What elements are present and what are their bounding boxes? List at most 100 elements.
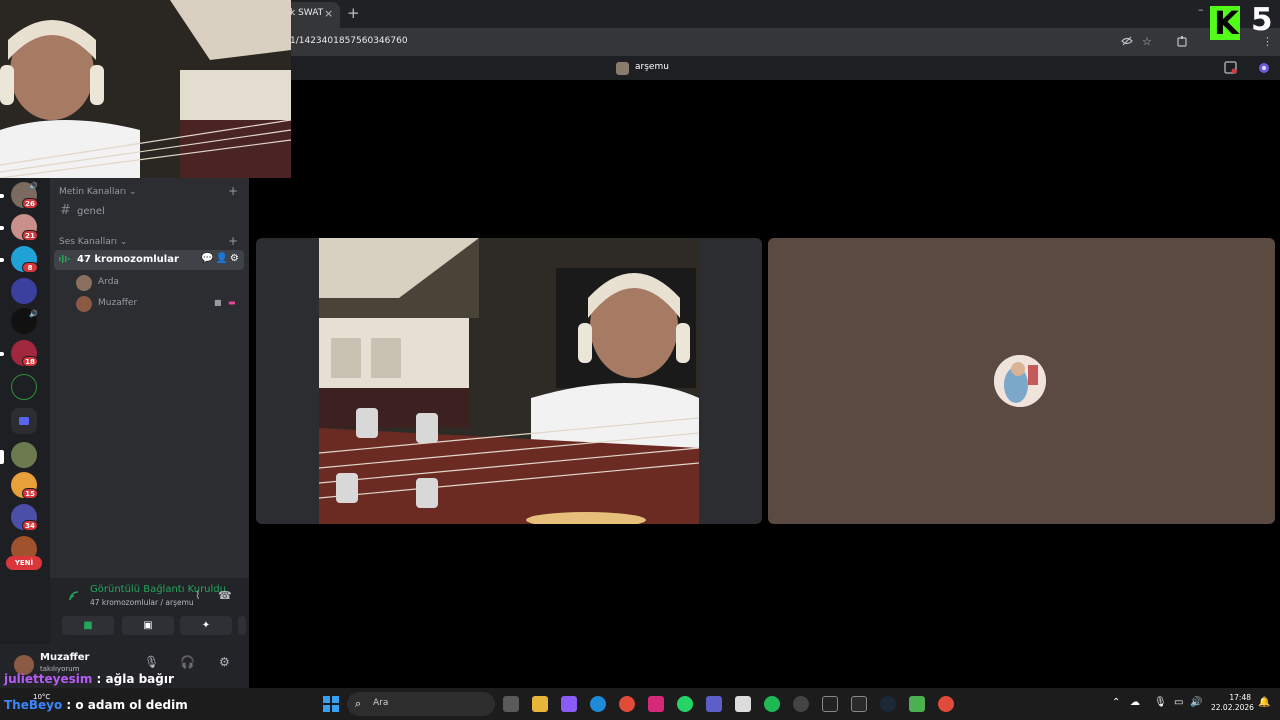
chat-text: ağla bağır <box>105 672 174 686</box>
chrome-icon[interactable] <box>938 696 954 712</box>
store-icon[interactable] <box>735 696 751 712</box>
inbox-icon[interactable] <box>1224 61 1237 77</box>
chrome-icon[interactable] <box>619 696 635 712</box>
mention-badge: 26 <box>22 198 38 209</box>
channel-genel[interactable]: # genel <box>54 202 244 222</box>
video-tile-camera[interactable] <box>256 238 762 524</box>
category-text-channels[interactable]: Metin Kanalları ⌄ <box>59 187 137 197</box>
microphone-icon[interactable]: 🎙 <box>1154 697 1167 708</box>
server-icon[interactable] <box>11 442 37 468</box>
notifications-icon[interactable]: 🔔 <box>1258 697 1270 708</box>
chat-text: o adam ol dedim <box>75 698 188 712</box>
category-label: Ses Kanalları <box>59 237 117 247</box>
category-label: Metin Kanalları <box>59 187 127 197</box>
file-explorer-icon[interactable] <box>532 696 548 712</box>
streamer-webcam-overlay <box>0 0 291 178</box>
url-field[interactable]: 1/1423401857560346760 <box>290 36 408 46</box>
unread-pill <box>0 258 4 262</box>
star-icon[interactable]: ☆ <box>1142 35 1152 48</box>
connection-channel-path[interactable]: 47 kromozomlular / arşemu <box>90 598 194 607</box>
gear-icon[interactable]: ⚙ <box>219 655 230 669</box>
kick-logo-letter: K <box>1214 4 1239 42</box>
mention-badge: 21 <box>22 230 38 241</box>
member-name: Arda <box>98 277 119 287</box>
task-view-icon[interactable] <box>503 696 519 712</box>
invite-icon[interactable]: 👤 <box>215 253 229 264</box>
mention-badge: 34 <box>22 520 38 531</box>
channel-actions: 💬👤⚙ <box>201 253 241 264</box>
server-name: arşemu <box>635 62 669 72</box>
soundboard-button[interactable] <box>238 616 246 635</box>
category-voice-channels[interactable]: Ses Kanalları ⌄ <box>59 237 127 247</box>
activities-button[interactable]: ✦ <box>180 616 232 635</box>
add-channel-button[interactable]: + <box>228 184 238 198</box>
user-name: Muzaffer <box>40 652 90 663</box>
app-icon[interactable] <box>793 696 809 712</box>
chat-message: TheBeyo : o adam ol dedim <box>4 698 188 712</box>
onedrive-icon[interactable]: ☁ <box>1130 697 1140 708</box>
start-icon[interactable] <box>323 696 339 712</box>
game-icon[interactable] <box>909 696 925 712</box>
kick-logo: K <box>1210 6 1240 40</box>
avatar <box>76 296 92 312</box>
live-icon: ▬ <box>228 298 236 307</box>
steam-icon[interactable] <box>880 696 896 712</box>
volume-icon[interactable]: 🔊 <box>1190 697 1202 708</box>
user-avatar <box>994 355 1046 407</box>
screen-share-button[interactable]: ▣ <box>122 616 174 635</box>
extensions-icon[interactable] <box>1176 35 1188 50</box>
server-icon[interactable] <box>11 374 37 400</box>
noise-suppression-icon[interactable]: ⌇ <box>195 589 200 602</box>
disconnect-icon[interactable]: ☎ <box>218 589 232 602</box>
voice-channel-47-kromozomlular[interactable]: 47 kromozomlular 💬👤⚙ <box>54 250 244 270</box>
chevron-up-icon[interactable]: ⌃ <box>1112 697 1120 708</box>
screen: k SWAT × + – 1/1423401857560346760 ☆ ⋮ K… <box>0 0 1280 720</box>
chat-icon[interactable]: 💬 <box>201 253 215 264</box>
eye-off-icon[interactable] <box>1121 35 1133 50</box>
signal-icon <box>68 590 80 605</box>
mention-badge: 18 <box>22 356 38 367</box>
mention-badge: 15 <box>22 488 38 499</box>
camera-on-icon: ■ <box>214 298 222 307</box>
close-tab-icon[interactable]: × <box>324 7 333 20</box>
avatar <box>76 275 92 291</box>
instagram-icon[interactable] <box>648 696 664 712</box>
whatsapp-icon[interactable] <box>677 696 693 712</box>
unread-pill <box>0 194 4 198</box>
new-tab-button[interactable]: + <box>347 4 360 22</box>
chat-username: TheBeyo <box>4 698 63 712</box>
voice-member[interactable]: Muzaffer ■ ▬ <box>76 295 246 313</box>
clock-time: 17:48 <box>1229 693 1251 702</box>
capcut-icon[interactable] <box>822 696 838 712</box>
spotify-icon[interactable] <box>764 696 780 712</box>
server-icon[interactable] <box>11 278 37 304</box>
copilot-icon[interactable] <box>561 696 577 712</box>
minimize-button[interactable]: – <box>1198 3 1204 16</box>
edge-icon[interactable] <box>590 696 606 712</box>
folder-icon[interactable] <box>11 408 37 434</box>
mention-badge: 8 <box>22 262 38 273</box>
connection-status: Görüntülü Bağlantı Kuruldu <box>90 584 226 595</box>
voice-channel-label: 47 kromozomlular <box>77 254 179 265</box>
video-tile-avatar[interactable] <box>768 238 1275 524</box>
teams-icon[interactable] <box>706 696 722 712</box>
epic-games-icon[interactable] <box>851 696 867 712</box>
taskbar-search[interactable]: ⌕ Ara <box>347 692 495 716</box>
network-icon[interactable]: ▭ <box>1174 697 1183 708</box>
camera-feed <box>318 238 700 524</box>
add-channel-button[interactable]: + <box>228 234 238 248</box>
microphone-icon[interactable]: 🎙 <box>144 655 159 669</box>
unread-pill <box>0 352 4 356</box>
camera-button[interactable]: ■ <box>62 616 114 635</box>
apps-icon[interactable] <box>1256 61 1272 78</box>
clock-date: 22.02.2026 <box>1211 703 1254 712</box>
headphones-icon[interactable]: 🎧 <box>180 655 195 669</box>
voice-member[interactable]: Arda <box>76 274 246 292</box>
new-badge: YENİ <box>6 556 42 570</box>
gear-icon[interactable]: ⚙ <box>230 253 241 264</box>
speaker-icon: 🔊 <box>29 182 38 190</box>
unread-pill <box>0 226 4 230</box>
server-icon <box>616 62 629 75</box>
tab-title: k SWAT <box>290 8 324 18</box>
system-clock[interactable]: 17:48 22.02.2026 <box>1211 693 1254 713</box>
